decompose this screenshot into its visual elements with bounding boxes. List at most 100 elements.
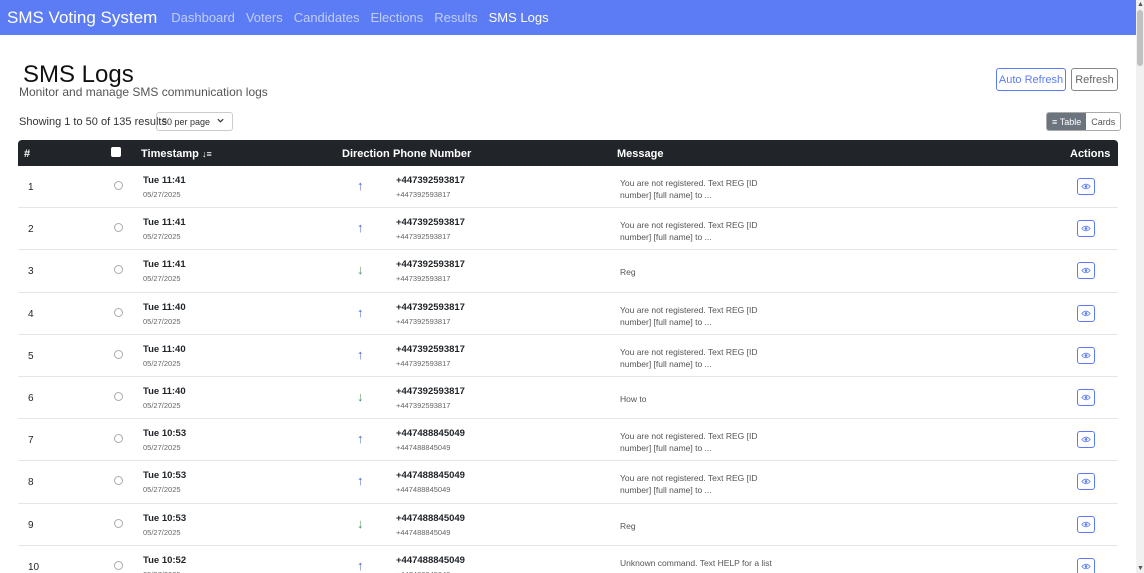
arrow-up-icon: ↑	[357, 346, 364, 362]
row-phone: +447488845049	[396, 554, 465, 566]
table-view-label: Table	[1059, 116, 1082, 127]
arrow-up-icon: ↑	[357, 178, 364, 193]
row-date: 05/27/2025	[143, 527, 181, 537]
view-button[interactable]	[1077, 178, 1095, 195]
row-checkbox[interactable]	[114, 518, 123, 528]
scroll-thumb[interactable]	[1137, 10, 1143, 66]
auto-refresh-button[interactable]: Auto Refresh	[996, 68, 1066, 91]
cards-view-button[interactable]: Cards	[1086, 113, 1121, 130]
row-date: 05/27/2025	[143, 358, 181, 368]
row-checkbox[interactable]	[114, 391, 123, 401]
row-message: Unknown command. Text HELP for a list	[620, 557, 772, 568]
view-button[interactable]	[1077, 262, 1095, 280]
eye-icon	[1081, 225, 1091, 232]
table-view-button[interactable]: ≡ Table	[1047, 113, 1087, 130]
row-checkbox[interactable]	[114, 349, 123, 359]
brand[interactable]: SMS Voting System	[7, 8, 157, 28]
row-message: You are not registered. Text REG [ID num…	[620, 346, 758, 369]
table-row[interactable]: 5 Tue 11:40 05/27/2025 ↑ +447392593817 +44739…	[18, 335, 1118, 377]
row-time: Tue 11:41	[143, 175, 186, 186]
row-checkbox[interactable]	[114, 181, 123, 190]
table-row[interactable]: 3 Tue 11:41 05/27/2025 ↓ +447392593817 +44739…	[18, 250, 1118, 293]
view-button[interactable]	[1077, 388, 1095, 406]
row-date: 05/27/2025	[143, 190, 181, 199]
row-number: 5	[28, 350, 34, 362]
nav-link-dashboard[interactable]: Dashboard	[171, 10, 235, 25]
row-checkbox[interactable]	[114, 476, 123, 486]
eye-icon	[1081, 310, 1091, 316]
row-checkbox[interactable]	[114, 265, 123, 275]
eye-icon	[1081, 394, 1091, 401]
view-button[interactable]	[1077, 431, 1095, 449]
row-phone-secondary: +447392593817	[396, 190, 451, 199]
row-number: 8	[28, 477, 34, 489]
table-row[interactable]: 10Tue 10:5205/27/2025↑+447488845049+4474…	[18, 546, 1118, 573]
row-checkbox[interactable]	[114, 434, 123, 444]
view-button[interactable]	[1077, 220, 1095, 238]
row-message: Reg	[620, 520, 636, 531]
nav-link-elections[interactable]: Elections	[370, 10, 423, 25]
row-checkbox[interactable]	[114, 223, 123, 233]
header-message: Message	[617, 148, 664, 160]
table-row[interactable]: 6 Tue 11:40 05/27/2025 ↓ +447392593817 +44739…	[18, 377, 1118, 420]
page-scrollbar[interactable]: ▲ ▼	[1136, 0, 1144, 573]
arrow-up-icon: ↑	[357, 557, 364, 573]
table-row[interactable]: 7 Tue 10:53 05/27/2025 ↑ +447488845049 +44748…	[18, 419, 1118, 462]
row-phone: +447392593817	[396, 217, 465, 229]
row-time: Tue 11:40	[143, 343, 186, 355]
row-time: Tue 10:52	[143, 554, 187, 566]
nav-link-voters[interactable]: Voters	[246, 10, 283, 25]
row-date: 05/27/2025	[143, 485, 181, 495]
row-number: 3	[28, 266, 34, 278]
view-button[interactable]	[1077, 304, 1095, 322]
per-page-select[interactable]: 50 per page	[156, 112, 233, 131]
nav-link-results[interactable]: Results	[434, 10, 477, 25]
row-number: 10	[28, 561, 40, 573]
page-subtitle: Monitor and manage SMS communication log…	[19, 85, 268, 99]
nav-link-candidates[interactable]: Candidates	[294, 10, 360, 25]
row-phone-secondary: +447488845049	[396, 443, 451, 453]
header-timestamp[interactable]: Timestamp ↓≡	[141, 148, 212, 160]
chevron-down-icon	[217, 118, 224, 123]
eye-icon	[1081, 521, 1091, 527]
header-phone: Phone Number	[393, 148, 472, 160]
row-number: 6	[28, 392, 34, 404]
eye-icon	[1081, 563, 1091, 569]
navbar: SMS Voting System Dashboard Voters Candi…	[0, 0, 1144, 35]
table-row[interactable]: 9 Tue 10:53 05/27/2025 ↓ +447488845049 +44748…	[18, 504, 1118, 546]
row-checkbox[interactable]	[114, 307, 123, 317]
row-checkbox[interactable]	[114, 560, 123, 570]
row-phone-secondary: +447488845049	[396, 527, 451, 537]
view-button[interactable]	[1077, 515, 1095, 533]
row-date: 05/27/2025	[143, 400, 181, 410]
row-message: How to	[620, 393, 647, 404]
table-row[interactable]: 1 Tue 11:41 05/27/2025 ↑ +447392593817 +44739…	[18, 166, 1118, 209]
row-message: You are not registered. Text REG [ID num…	[620, 431, 758, 454]
nav-link-sms-logs[interactable]: SMS Logs	[489, 10, 549, 25]
row-message: You are not registered. Text REG [ID num…	[620, 304, 758, 327]
table-row[interactable]: 2 Tue 11:41 05/27/2025 ↑ +447392593817 +44739…	[18, 208, 1118, 251]
row-phone: +447392593817	[396, 259, 465, 271]
sort-icon[interactable]: ↓≡	[202, 149, 212, 159]
row-message: Reg	[620, 267, 636, 278]
scroll-down-icon[interactable]: ▼	[1137, 565, 1144, 572]
row-time: Tue 10:53	[143, 428, 187, 440]
header-actions: Actions	[1070, 148, 1111, 160]
row-phone-secondary: +447392593817	[396, 232, 451, 242]
table-row[interactable]: 8 Tue 10:53 05/27/2025 ↑ +447488845049 +44748…	[18, 461, 1118, 504]
table-row[interactable]: 4 Tue 11:40 05/27/2025 ↑ +447392593817 +44739…	[18, 293, 1118, 335]
scroll-up-icon[interactable]: ▲	[1137, 1, 1144, 8]
row-phone-secondary: +447392593817	[396, 316, 451, 326]
view-button[interactable]	[1077, 557, 1095, 573]
row-number: 1	[28, 182, 34, 193]
arrow-up-icon: ↑	[357, 431, 364, 447]
row-phone: +447392593817	[396, 343, 465, 355]
refresh-button[interactable]: Refresh	[1071, 68, 1118, 91]
arrow-down-icon: ↓	[357, 515, 364, 531]
row-time: Tue 11:41	[143, 259, 186, 271]
row-phone: +447488845049	[396, 512, 465, 524]
view-button[interactable]	[1077, 346, 1095, 364]
row-time: Tue 11:40	[143, 301, 186, 313]
select-all-checkbox[interactable]	[111, 147, 121, 157]
view-button[interactable]	[1077, 473, 1095, 491]
